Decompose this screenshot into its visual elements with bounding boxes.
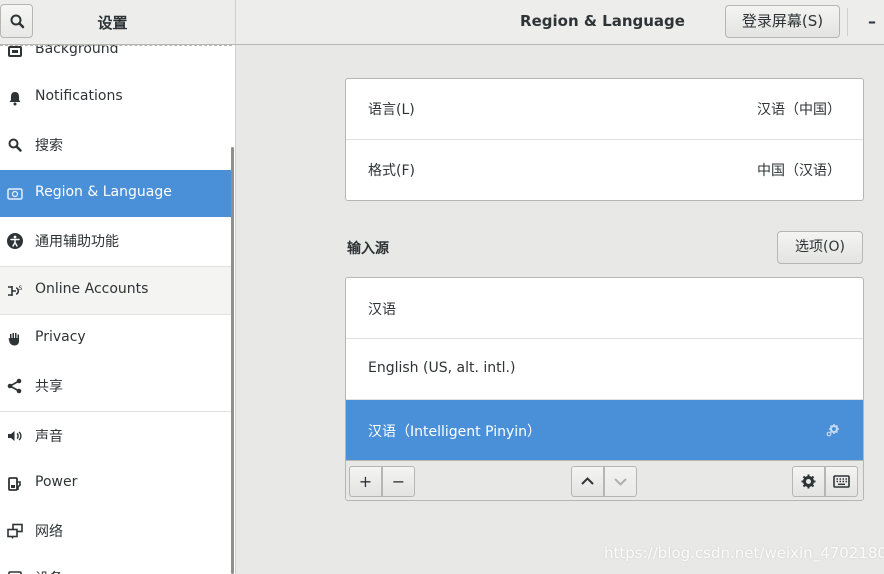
sidebar: Background Notifications 搜索 Region & Lan… — [0, 45, 236, 574]
chevron-up-icon — [581, 477, 594, 485]
sidebar-item-label: Online Accounts — [35, 281, 149, 297]
watermark: https://blog.csdn.net/weixin_47021806 — [604, 544, 884, 562]
sidebar-item-search[interactable]: 搜索 — [0, 121, 232, 168]
input-source-row[interactable]: 汉语 — [346, 278, 863, 339]
sidebar-item-label: 声音 — [35, 429, 63, 445]
input-source-label: 汉语 — [368, 302, 396, 318]
sidebar-item-background[interactable]: Background — [0, 45, 232, 74]
input-source-row-selected[interactable]: 汉语（Intelligent Pinyin） — [346, 400, 863, 461]
dashed-divider — [0, 45, 232, 47]
input-options-button[interactable]: 选项(O) — [777, 231, 863, 264]
accessibility-icon — [6, 232, 24, 250]
input-source-settings-icon[interactable] — [825, 422, 841, 438]
input-sources-toolbar: + − — [346, 460, 863, 500]
remove-input-source-button[interactable]: − — [382, 466, 415, 497]
move-up-button[interactable] — [571, 466, 604, 497]
input-source-row[interactable]: English (US, alt. intl.) — [346, 339, 863, 400]
network-icon — [6, 522, 24, 540]
sidebar-item-label: 设备 — [35, 568, 63, 574]
minimize-button[interactable]: – — [862, 12, 882, 32]
sidebar-item-privacy[interactable]: Privacy — [0, 315, 232, 362]
formats-label: 格式(F) — [368, 163, 415, 179]
language-formats-panel: 语言(L) 汉语（中国） 格式(F) 中国（汉语） — [345, 78, 864, 201]
sidebar-item-accessibility[interactable]: 通用辅助功能 — [0, 217, 232, 264]
move-down-button[interactable] — [604, 466, 637, 497]
sidebar-item-devices[interactable]: 设备 — [0, 554, 232, 574]
sidebar-item-label: 通用辅助功能 — [35, 234, 119, 250]
keyboard-icon — [833, 475, 850, 488]
hand-icon — [6, 330, 24, 348]
input-source-label: 汉语（Intelligent Pinyin） — [368, 424, 542, 440]
sidebar-item-label: 共享 — [35, 379, 63, 395]
sidebar-item-label: Region & Language — [35, 184, 172, 200]
sidebar-item-label: Privacy — [35, 329, 86, 345]
sidebar-scrollbar[interactable] — [231, 147, 234, 574]
bell-icon — [6, 89, 24, 107]
sidebar-item-region-language[interactable]: Region & Language — [0, 170, 232, 217]
svg-text:S: S — [19, 285, 23, 292]
language-value: 汉语（中国） — [757, 102, 841, 118]
power-icon — [6, 475, 24, 493]
online-accounts-icon: S — [6, 282, 24, 300]
sidebar-item-label: Power — [35, 474, 78, 490]
header-left: 设置 — [0, 0, 236, 44]
input-sources-panel: 汉语 English (US, alt. intl.) 汉语（Intellige… — [345, 277, 864, 501]
input-source-label: English (US, alt. intl.) — [368, 360, 516, 376]
sidebar-item-label: 网络 — [35, 524, 63, 540]
gear-icon — [801, 474, 816, 489]
input-sources-title: 输入源 — [347, 241, 389, 257]
input-source-settings-button[interactable] — [792, 466, 825, 497]
sidebar-item-power[interactable]: Power — [0, 460, 232, 507]
language-label: 语言(L) — [368, 102, 415, 118]
chevron-down-icon — [614, 478, 627, 486]
search-button[interactable] — [0, 4, 33, 38]
speaker-icon — [6, 427, 24, 445]
share-icon — [6, 377, 24, 395]
formats-value: 中国（汉语） — [757, 163, 841, 179]
add-input-source-button[interactable]: + — [349, 466, 382, 497]
sidebar-item-label: 搜索 — [35, 138, 63, 154]
search-icon — [6, 136, 24, 154]
region-icon — [6, 185, 24, 203]
sidebar-item-notifications[interactable]: Notifications — [0, 74, 232, 121]
sidebar-item-network[interactable]: 网络 — [0, 507, 232, 554]
sidebar-item-sharing[interactable]: 共享 — [0, 362, 232, 409]
search-icon — [10, 14, 25, 29]
page-title: Region & Language — [520, 12, 685, 30]
header-bar: 设置 Region & Language 登录屏幕(S) – — [0, 0, 884, 45]
formats-row[interactable]: 格式(F) 中国（汉语） — [346, 140, 863, 200]
login-screen-button[interactable]: 登录屏幕(S) — [725, 5, 840, 38]
settings-title: 设置 — [97, 14, 128, 32]
devices-icon — [6, 569, 24, 574]
keyboard-layout-button[interactable] — [825, 466, 858, 497]
header-separator — [847, 8, 848, 36]
background-icon — [6, 45, 24, 60]
sidebar-item-online-accounts[interactable]: S Online Accounts — [0, 267, 232, 314]
language-row[interactable]: 语言(L) 汉语（中国） — [346, 79, 863, 139]
sidebar-item-sound[interactable]: 声音 — [0, 412, 232, 459]
sidebar-item-label: Notifications — [35, 88, 123, 104]
